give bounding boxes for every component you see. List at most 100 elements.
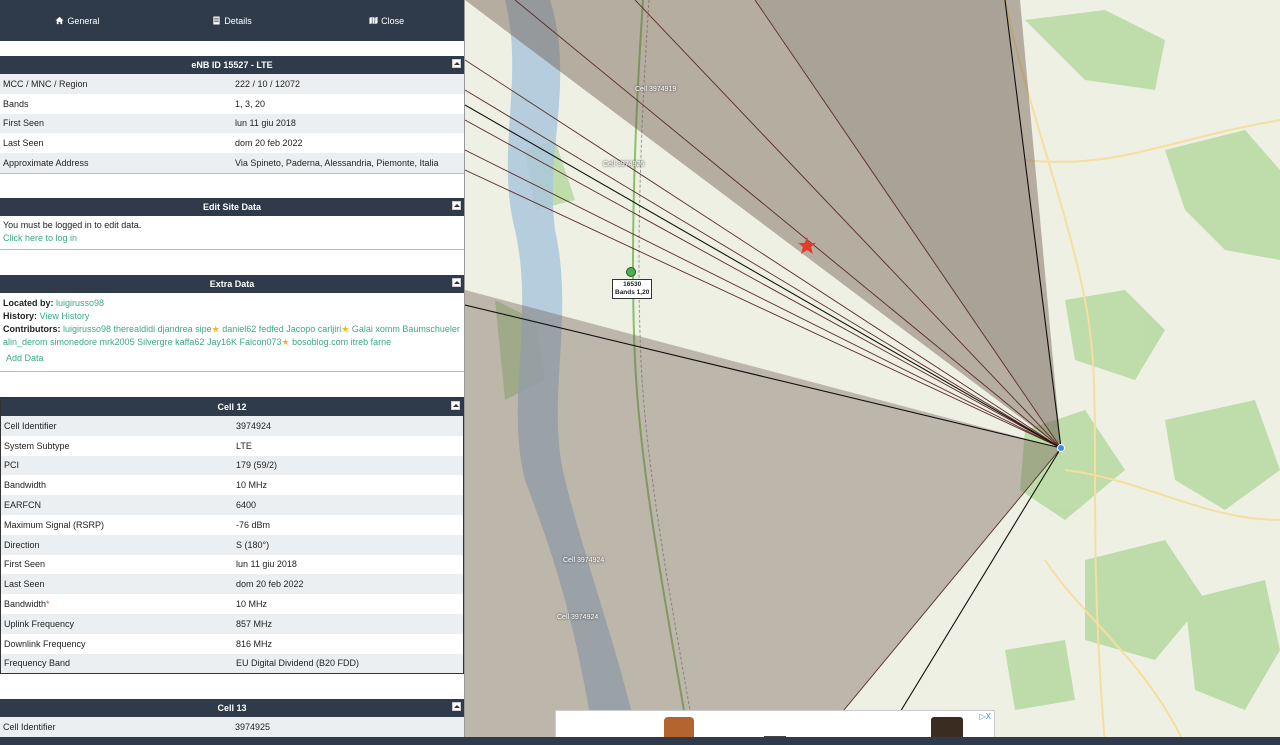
row-value: LTE	[236, 440, 252, 451]
row-value: dom 20 feb 2022	[236, 579, 304, 590]
contributors-line: Contributors: luigirusso98 therealdidi d…	[3, 323, 461, 336]
view-history-link[interactable]: View History	[40, 311, 90, 321]
table-row: Frequency Band EU Digital Dividend (B20 F…	[1, 653, 463, 674]
map-canvas[interactable]	[465, 0, 1280, 745]
login-link[interactable]: Click here to log in	[3, 232, 461, 245]
located-by-user[interactable]: luigirusso98	[56, 298, 104, 308]
close-button[interactable]: Close	[309, 16, 464, 26]
row-value: 3974924	[236, 420, 272, 431]
row-label: Last Seen	[4, 579, 45, 590]
table-row: Cell Identifier 3974925	[0, 717, 464, 737]
table-row: EARFCN 6400	[1, 495, 463, 515]
edit-site-title: Edit Site Data	[202, 202, 261, 212]
row-label: Frequency Band	[4, 658, 71, 669]
cell13-title: Cell 13	[217, 703, 247, 713]
row-value: 6400	[236, 500, 257, 511]
contributors-part[interactable]: Galai xomm Baumschueler	[349, 324, 460, 334]
extra-data-card: Extra Data Located by: luigirusso98 Hist…	[0, 275, 464, 372]
row-label: First Seen	[4, 559, 46, 570]
details-label: Details	[224, 15, 252, 26]
row-value: EU Digital Dividend (B20 FDD)	[236, 658, 360, 669]
row-value: 816 MHz	[236, 638, 273, 649]
row-value: 10 MHz	[236, 599, 268, 610]
row-label: PCI	[4, 460, 20, 471]
site-details-panel: General Details Close eNB ID 15527 - LTE…	[0, 0, 465, 745]
close-label: Close	[381, 15, 405, 26]
login-required-message: You must be logged in to edit data.	[3, 220, 142, 230]
contributors-part[interactable]: alin_derom simonedore mrk2005 Silvergre …	[3, 337, 282, 347]
table-row: Bandwidth 10 MHz	[1, 475, 463, 495]
collapse-icon[interactable]	[452, 59, 461, 68]
table-row: Direction S (180°)	[1, 534, 463, 555]
row-label: Bands	[3, 98, 29, 109]
home-icon	[55, 16, 64, 25]
add-data-link[interactable]: Add Data	[3, 352, 461, 365]
row-label: Downlink Frequency	[4, 638, 86, 649]
contributors-part[interactable]: bosoblog.com itreb farne	[290, 337, 391, 347]
extra-data-title: Extra Data	[209, 279, 255, 289]
row-value: -76 dBm	[236, 519, 271, 530]
row-value: lun 11 giu 2018	[236, 559, 297, 570]
contributors-part[interactable]: daniel62 fedfed Jacopo carljiri	[220, 324, 341, 334]
cell13-header: Cell 13	[0, 699, 464, 717]
row-label: First Seen	[3, 118, 45, 129]
row-value: 857 MHz	[236, 618, 273, 629]
details-button[interactable]: Details	[155, 16, 310, 26]
contributors-part[interactable]: luigirusso98 therealdidi djandrea sipe	[63, 324, 212, 334]
map-cell-label: Cell 3974919	[635, 86, 677, 93]
table-row: Approximate Address Via Spineto, Paderna,…	[0, 153, 464, 173]
table-row: Uplink Frequency 857 MHz	[1, 613, 463, 634]
table-row: Cell Identifier 3974924	[1, 416, 463, 436]
row-label-text: Bandwidth	[4, 599, 47, 610]
row-value: S (180°)	[236, 539, 270, 550]
row-label: Cell Identifier	[4, 420, 57, 431]
table-row: Bands 1, 3, 20	[0, 94, 464, 114]
row-label: Approximate Address	[3, 158, 89, 169]
map-cell-label: Cell 3974924	[557, 614, 599, 621]
table-row: Maximum Signal (RSRP) -76 dBm	[1, 515, 463, 535]
history-label: History:	[3, 311, 38, 321]
edit-site-card: Edit Site Data You must be logged in to …	[0, 198, 464, 250]
history-line: History: View History	[3, 310, 461, 323]
row-value: Via Spineto, Paderna, Alessandria, Piemo…	[235, 158, 439, 169]
contributors-list-cont[interactable]: alin_derom simonedore mrk2005 Silvergre …	[3, 336, 461, 349]
contributors-label: Contributors:	[3, 324, 61, 334]
map-cell-label: Cell 3974925	[603, 161, 645, 168]
row-value: 179 (59/2)	[236, 460, 278, 471]
star-icon: ★	[281, 337, 290, 347]
map-icon	[369, 16, 378, 25]
table-row: MCC / MNC / Region 222 / 10 / 12072	[0, 74, 464, 94]
collapse-icon[interactable]	[452, 702, 461, 711]
enb-card-header: eNB ID 15527 - LTE	[0, 56, 464, 74]
collapse-icon[interactable]	[451, 401, 460, 410]
row-label: Bandwidth*	[1, 599, 233, 609]
map-view[interactable]: Cell 3974919 Cell 3974925 Cell 3974924 C…	[465, 0, 1280, 745]
document-icon	[213, 16, 220, 25]
app-window: General Details Close eNB ID 15527 - LTE…	[0, 0, 1280, 745]
row-value: 3974925	[235, 721, 271, 732]
general-label: General	[67, 15, 100, 26]
row-value: 10 MHz	[236, 480, 268, 491]
cell12-table: Cell Identifier 3974924 System Subtype LTE P…	[1, 416, 463, 674]
required-marker: *	[46, 599, 50, 610]
tower-label[interactable]: 16530 Bands 1,20	[612, 279, 653, 299]
row-label: System Subtype	[4, 440, 70, 451]
extra-data-header: Extra Data	[0, 275, 464, 293]
general-button[interactable]: General	[0, 16, 155, 26]
tower-id: 16530	[623, 281, 642, 288]
table-row: Last Seen dom 20 feb 2022	[1, 574, 463, 595]
table-row: First Seen lun 11 giu 2018	[1, 555, 463, 575]
ad-close-icon[interactable]: ▷X	[980, 712, 992, 721]
cell12-card: Cell 12 Cell Identifier 3974924 System Sub…	[0, 397, 464, 675]
table-row: Downlink Frequency 816 MHz	[1, 634, 463, 654]
collapse-icon[interactable]	[452, 201, 461, 210]
contributors-list[interactable]: luigirusso98 therealdidi djandrea sipe★ …	[63, 324, 460, 334]
row-value: lun 11 giu 2018	[235, 118, 296, 129]
row-label: Bandwidth	[4, 480, 47, 491]
enb-title: eNB ID 15527 - LTE	[191, 60, 273, 70]
collapse-icon[interactable]	[452, 278, 461, 287]
table-row: PCI 179 (59/2)	[1, 455, 463, 476]
map-cell-label: Cell 3974924	[563, 557, 605, 564]
table-row: First Seen lun 11 giu 2018	[0, 113, 464, 134]
extra-data-body: Located by: luigirusso98 History: View H…	[0, 293, 464, 371]
